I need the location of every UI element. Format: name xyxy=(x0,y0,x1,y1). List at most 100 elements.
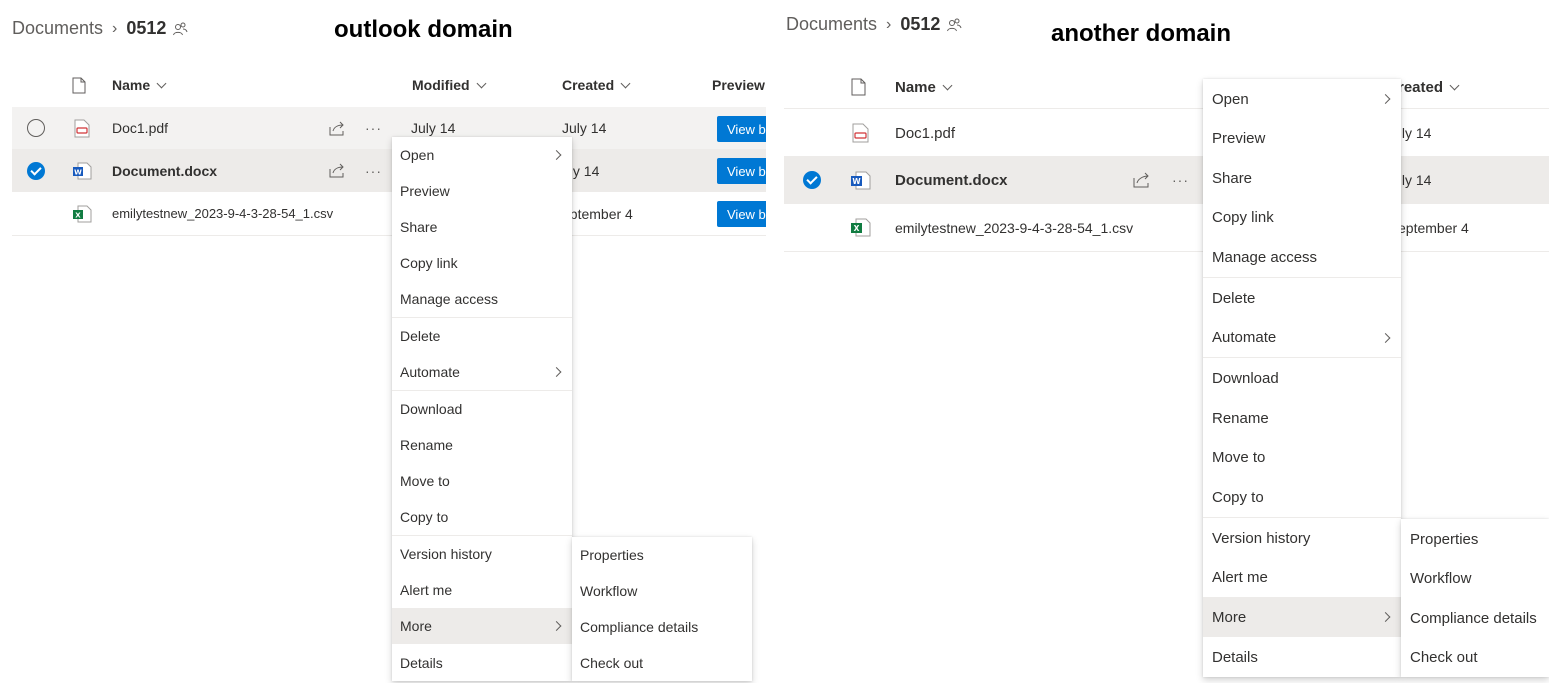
menu-item-delete[interactable]: Delete xyxy=(392,318,572,354)
table-row[interactable]: Doc1.pdf ··· July 14 July 14 View b xyxy=(12,107,766,150)
breadcrumb-root[interactable]: Documents xyxy=(786,14,877,35)
column-name[interactable]: Name xyxy=(895,78,953,96)
menu-item-share[interactable]: Share xyxy=(1203,158,1401,198)
submenu-item-properties[interactable]: Properties xyxy=(572,537,752,573)
file-type-header-icon[interactable] xyxy=(851,78,866,96)
menu-item-version-history[interactable]: Version history xyxy=(1203,518,1401,558)
menu-item-automate[interactable]: Automate xyxy=(1203,318,1401,357)
menu-item-label: Delete xyxy=(1212,289,1256,307)
view-button[interactable]: View b xyxy=(717,158,766,184)
submenu-item-properties[interactable]: Properties xyxy=(1401,519,1549,559)
submenu-item-workflow[interactable]: Workflow xyxy=(572,573,752,609)
menu-item-share[interactable]: Share xyxy=(392,209,572,245)
menu-item-move-to[interactable]: Move to xyxy=(392,463,572,499)
menu-item-alert-me[interactable]: Alert me xyxy=(392,572,572,608)
menu-item-rename[interactable]: Rename xyxy=(392,427,572,463)
column-header-row: Name Modified Created Preview xyxy=(0,65,766,105)
row-select-radio[interactable] xyxy=(27,119,45,137)
file-name[interactable]: Document.docx xyxy=(895,172,1008,189)
menu-item-rename[interactable]: Rename xyxy=(1203,398,1401,438)
menu-item-label: Check out xyxy=(580,655,644,671)
menu-item-download[interactable]: Download xyxy=(1203,358,1401,398)
menu-item-label: Download xyxy=(400,401,463,417)
menu-item-copy-to[interactable]: Copy to xyxy=(1203,477,1401,517)
menu-item-manage-access[interactable]: Manage access xyxy=(1203,237,1401,277)
share-icon[interactable] xyxy=(329,163,346,178)
table-row[interactable]: X emilytestnew_2023-9-4-3-28-54_1.csv ep… xyxy=(784,204,1549,252)
more-actions-icon[interactable]: ··· xyxy=(1172,172,1189,188)
chevron-down-icon xyxy=(156,78,167,88)
created-date: July 14 xyxy=(562,120,607,136)
menu-item-details[interactable]: Details xyxy=(1203,637,1401,677)
menu-item-alert-me[interactable]: Alert me xyxy=(1203,558,1401,597)
menu-item-preview[interactable]: Preview xyxy=(392,173,572,209)
menu-item-automate[interactable]: Automate xyxy=(392,354,572,390)
breadcrumb-root[interactable]: Documents xyxy=(12,18,103,39)
menu-item-open[interactable]: Open xyxy=(1203,79,1401,119)
svg-text:X: X xyxy=(854,224,860,233)
submenu-item-compliance-details[interactable]: Compliance details xyxy=(572,609,752,645)
column-name[interactable]: Name xyxy=(112,77,167,93)
menu-item-label: Manage access xyxy=(400,291,499,307)
created-date: ıly 14 xyxy=(1398,172,1432,188)
menu-item-download[interactable]: Download xyxy=(392,391,572,427)
menu-item-more[interactable]: More xyxy=(392,608,572,644)
table-row[interactable]: W Document.docx ··· ıly 14 xyxy=(784,157,1549,204)
menu-item-details[interactable]: Details xyxy=(392,644,572,681)
menu-item-manage-access[interactable]: Manage access xyxy=(392,281,572,317)
file-name[interactable]: Doc1.pdf xyxy=(112,120,168,136)
share-icon[interactable] xyxy=(1133,172,1151,188)
chevron-right-icon xyxy=(1380,94,1391,104)
created-date: eptember 4 xyxy=(1398,219,1469,236)
pdf-file-icon xyxy=(852,123,869,143)
share-icon[interactable] xyxy=(329,121,346,136)
submenu-item-compliance-details[interactable]: Compliance details xyxy=(1401,598,1549,638)
chevron-right-icon: › xyxy=(886,15,892,33)
file-name[interactable]: Doc1.pdf xyxy=(895,125,955,142)
menu-item-label: More xyxy=(1212,608,1247,626)
column-created[interactable]: reated xyxy=(1398,79,1460,96)
menu-item-more[interactable]: More xyxy=(1203,597,1401,637)
menu-item-open[interactable]: Open xyxy=(392,137,572,173)
submenu-item-check-out[interactable]: Check out xyxy=(572,645,752,681)
row-select-checkbox[interactable] xyxy=(803,171,821,189)
file-name[interactable]: emilytestnew_2023-9-4-3-28-54_1.csv xyxy=(895,220,1133,236)
file-name[interactable]: Document.docx xyxy=(112,163,217,179)
submenu-item-check-out[interactable]: Check out xyxy=(1401,638,1549,677)
table-row[interactable]: X emilytestnew_2023-9-4-3-28-54_1.csv ep… xyxy=(12,192,766,236)
menu-item-copy-link[interactable]: Copy link xyxy=(1203,198,1401,237)
submenu-item-workflow[interactable]: Workflow xyxy=(1401,559,1549,598)
menu-item-label: Share xyxy=(400,219,438,235)
menu-item-copy-to[interactable]: Copy to xyxy=(392,499,572,535)
menu-item-move-to[interactable]: Move to xyxy=(1203,438,1401,477)
more-actions-icon[interactable]: ··· xyxy=(365,163,382,179)
svg-text:W: W xyxy=(74,168,82,176)
menu-item-preview[interactable]: Preview xyxy=(1203,119,1401,158)
column-preview[interactable]: Preview xyxy=(712,77,765,93)
table-row[interactable]: Doc1.pdf ıly 14 xyxy=(784,110,1549,157)
menu-item-label: Alert me xyxy=(1212,569,1268,586)
menu-item-copy-link[interactable]: Copy link xyxy=(392,245,572,281)
column-created[interactable]: Created xyxy=(562,77,631,93)
breadcrumb: Documents › 0512 xyxy=(12,18,188,39)
menu-item-label: Open xyxy=(1212,90,1249,108)
more-submenu: Properties Workflow Compliance details C… xyxy=(572,537,752,681)
file-type-header-icon[interactable] xyxy=(72,77,86,94)
table-row[interactable]: W Document.docx ··· uly 14 View b xyxy=(12,150,766,192)
shared-people-icon xyxy=(173,22,188,35)
column-name-label: Name xyxy=(112,77,151,93)
column-modified[interactable]: Modified xyxy=(412,77,486,93)
breadcrumb-current: 0512 xyxy=(126,18,167,38)
view-button[interactable]: View b xyxy=(717,116,766,142)
menu-item-label: Preview xyxy=(1212,130,1266,147)
view-button[interactable]: View b xyxy=(717,201,766,227)
menu-item-label: Automate xyxy=(1212,329,1277,346)
menu-item-label: Workflow xyxy=(580,583,638,599)
menu-item-version-history[interactable]: Version history xyxy=(392,536,572,572)
column-name-label: Name xyxy=(895,78,936,96)
row-select-checkbox[interactable] xyxy=(27,161,45,180)
context-menu: Open Preview Share Copy link Manage acce… xyxy=(1203,79,1401,677)
menu-item-delete[interactable]: Delete xyxy=(1203,278,1401,318)
more-actions-icon[interactable]: ··· xyxy=(365,120,382,136)
file-name[interactable]: emilytestnew_2023-9-4-3-28-54_1.csv xyxy=(112,206,333,221)
